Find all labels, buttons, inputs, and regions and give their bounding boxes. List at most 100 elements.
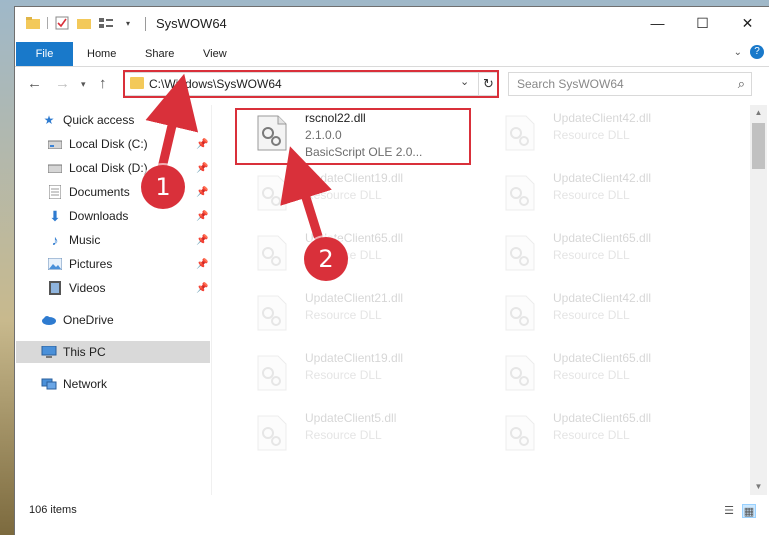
tab-file[interactable]: File xyxy=(16,42,73,66)
network-icon xyxy=(41,376,57,392)
dll-file-icon xyxy=(257,235,287,271)
sidebar-item-label: This PC xyxy=(63,345,106,359)
navigation-bar: ← → ▾ ↑ C:\Windows\SysWOW64 ⌄ ↻ Search S… xyxy=(15,67,769,101)
sidebar-item-documents[interactable]: Documents xyxy=(47,181,130,203)
folder-icon[interactable] xyxy=(25,15,41,31)
file-type: Resource DLL xyxy=(305,428,382,442)
file-type: Resource DLL xyxy=(305,308,382,322)
pin-icon[interactable]: 📌 xyxy=(196,211,208,222)
help-icon[interactable]: ? xyxy=(750,45,764,59)
file-item[interactable]: UpdateClient19.dll Resource DLL xyxy=(235,167,471,225)
pin-icon[interactable]: 📌 xyxy=(196,139,208,150)
file-name: UpdateClient19.dll xyxy=(305,351,404,365)
pin-icon[interactable]: 📌 xyxy=(196,187,208,198)
tiles-view-icon[interactable]: ▦ xyxy=(742,504,756,518)
navigation-pane: ★ Quick access Local Disk (C:) 📌 Local D… xyxy=(15,105,211,495)
search-input[interactable]: Search SysWOW64 xyxy=(517,77,624,91)
file-name: UpdateClient65.dll xyxy=(553,351,652,365)
customize-dropdown-icon[interactable]: ▾ xyxy=(120,15,136,31)
dll-file-icon xyxy=(257,175,287,211)
address-highlight-box xyxy=(123,70,499,98)
new-folder-icon[interactable] xyxy=(76,15,92,31)
pin-icon[interactable]: 📌 xyxy=(196,163,208,174)
tab-view[interactable]: View xyxy=(193,43,237,65)
file-type: Resource DLL xyxy=(553,128,630,142)
sidebar-item-label: Network xyxy=(63,377,108,391)
file-name: UpdateClient5.dll xyxy=(305,411,397,425)
close-button[interactable]: ✕ xyxy=(725,7,769,39)
sidebar-item-local-disk-c[interactable]: Local Disk (C:) xyxy=(47,133,148,155)
vertical-scrollbar[interactable]: ▲ ▼ xyxy=(750,105,767,495)
pane-divider xyxy=(211,105,212,495)
properties-icon[interactable] xyxy=(54,15,70,31)
pictures-icon xyxy=(47,256,63,272)
scrollbar-thumb[interactable] xyxy=(752,123,765,169)
file-name: UpdateClient42.dll xyxy=(553,111,652,125)
pin-icon[interactable]: 📌 xyxy=(196,235,208,246)
sidebar-item-onedrive[interactable]: OneDrive xyxy=(41,309,114,331)
file-name: UpdateClient21.dll xyxy=(305,291,404,305)
file-item[interactable]: UpdateClient19.dll Resource DLL xyxy=(235,347,471,405)
sidebar-item-label: Pictures xyxy=(69,257,113,271)
file-item[interactable]: UpdateClient21.dll Resource DLL xyxy=(235,287,471,345)
dll-file-icon xyxy=(505,175,535,211)
sidebar-item-pictures[interactable]: Pictures xyxy=(47,253,112,275)
dll-file-icon xyxy=(257,295,287,331)
scroll-up-icon[interactable]: ▲ xyxy=(750,105,767,121)
file-item[interactable]: UpdateClient65.dll Resource DLL xyxy=(483,407,719,465)
sidebar-item-label: Local Disk (C:) xyxy=(69,137,148,151)
ribbon: File Home Share View ⌄ ? xyxy=(15,39,769,67)
file-item[interactable]: UpdateClient42.dll Resource DLL xyxy=(483,287,719,345)
file-highlight-box xyxy=(235,108,471,165)
recent-locations-icon[interactable]: ▾ xyxy=(81,79,86,90)
sidebar-item-quick-access[interactable]: ★ Quick access xyxy=(41,109,135,131)
sidebar-item-label: Quick access xyxy=(63,113,135,127)
search-icon[interactable]: ⌕ xyxy=(738,76,745,92)
sidebar-item-label: Local Disk (D:) xyxy=(69,161,148,175)
view-switcher: ☰ ▦ xyxy=(722,504,756,518)
sidebar-item-network[interactable]: Network xyxy=(41,373,107,395)
drive-icon xyxy=(47,136,63,152)
sidebar-item-local-disk-d[interactable]: Local Disk (D:) xyxy=(47,157,148,179)
search-box[interactable]: Search SysWOW64 ⌕ xyxy=(508,72,752,96)
tab-home[interactable]: Home xyxy=(77,43,126,65)
chevron-down-icon[interactable]: ⌄ xyxy=(734,47,742,58)
sidebar-item-downloads[interactable]: ⬇ Downloads xyxy=(47,205,128,227)
file-item[interactable]: UpdateClient42.dll Resource DLL xyxy=(483,167,719,225)
pin-icon[interactable]: 📌 xyxy=(196,259,208,270)
file-item[interactable]: UpdateClient65.dll Resource DLL xyxy=(483,347,719,405)
videos-icon xyxy=(47,280,63,296)
drive-icon xyxy=(47,160,63,176)
file-type: Resource DLL xyxy=(553,428,630,442)
forward-arrow-icon[interactable]: → xyxy=(55,75,70,92)
up-arrow-icon[interactable]: ↑ xyxy=(99,75,107,92)
file-item[interactable]: UpdateClient5.dll Resource DLL xyxy=(235,407,471,465)
file-type: Resource DLL xyxy=(553,368,630,382)
computer-icon xyxy=(41,344,57,360)
file-item[interactable]: UpdateClient42.dll Resource DLL xyxy=(483,107,719,165)
details-view-icon[interactable]: ☰ xyxy=(722,504,736,518)
maximize-button[interactable]: ☐ xyxy=(680,7,725,39)
pin-icon[interactable]: 📌 xyxy=(196,283,208,294)
window-title: SysWOW64 xyxy=(156,16,227,31)
file-type: Resource DLL xyxy=(305,188,382,202)
file-item[interactable]: UpdateClient65.dll Resource DLL xyxy=(235,227,471,285)
file-item[interactable]: UpdateClient65.dll Resource DLL xyxy=(483,227,719,285)
sidebar-item-music[interactable]: ♪ Music xyxy=(47,229,101,251)
file-name: UpdateClient42.dll xyxy=(553,291,652,305)
documents-icon xyxy=(47,184,63,200)
back-arrow-icon[interactable]: ← xyxy=(27,75,42,92)
view-options-icon[interactable] xyxy=(98,15,114,31)
scroll-down-icon[interactable]: ▼ xyxy=(750,479,767,495)
minimize-button[interactable]: — xyxy=(635,7,680,39)
tab-share[interactable]: Share xyxy=(135,43,184,65)
status-bar: 106 items ☰ ▦ xyxy=(15,501,769,523)
title-bar: ▾ SysWOW64 — ☐ ✕ xyxy=(15,7,769,39)
step-1-badge: 1 xyxy=(141,165,185,209)
sidebar-item-label: Downloads xyxy=(69,209,129,223)
sidebar-item-this-pc[interactable]: This PC xyxy=(16,341,210,363)
dll-file-icon xyxy=(505,115,535,151)
sidebar-item-videos[interactable]: Videos xyxy=(47,277,105,299)
file-name: UpdateClient42.dll xyxy=(553,171,652,185)
explorer-window: ▾ SysWOW64 — ☐ ✕ File Home Share View ⌄ … xyxy=(14,6,769,535)
